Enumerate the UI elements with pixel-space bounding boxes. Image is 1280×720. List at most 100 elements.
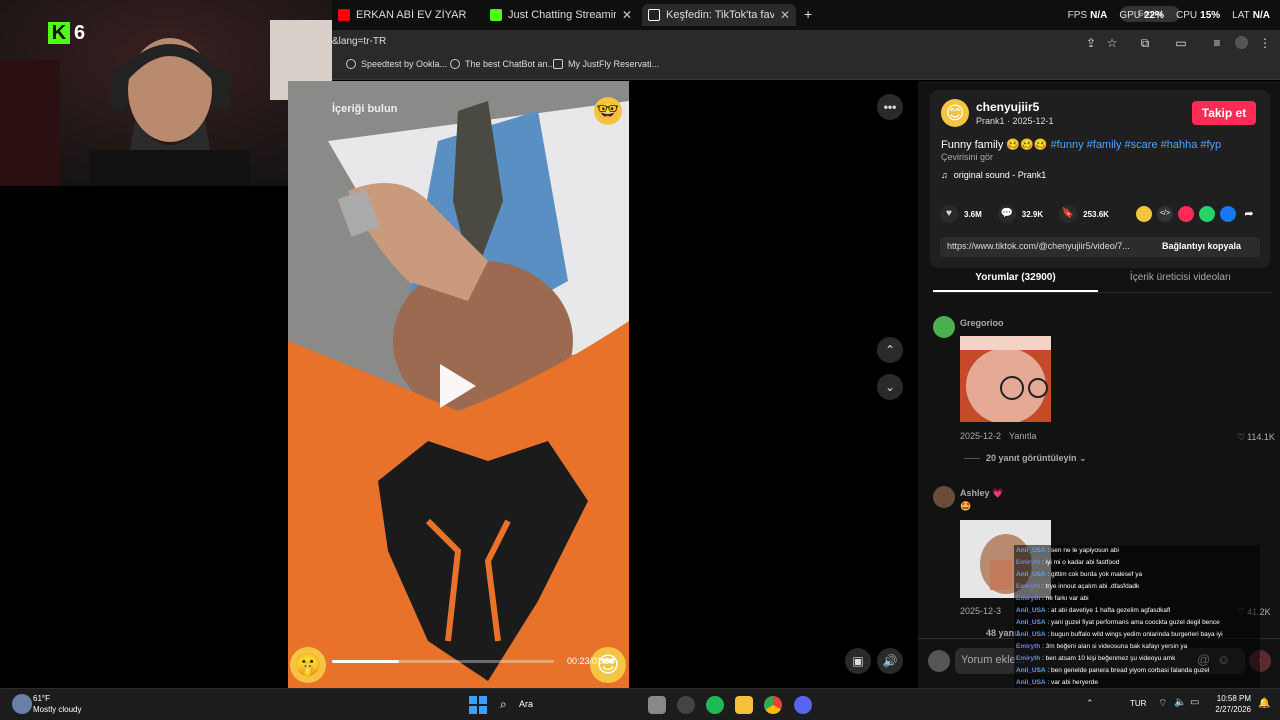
folder-icon [553,59,563,69]
wifi-icon[interactable]: ⌔ [1158,697,1167,710]
tab-kick[interactable]: Just Chatting Streaming - Live ✕ [484,4,638,26]
send-icon[interactable] [1178,206,1194,222]
chat-message: Emiryth : iyi mi o kadar abi fastfood [1016,557,1258,569]
video-player[interactable]: İçeriği bulun 🤓 🤫 😎 00:23/01:04 [288,81,629,688]
youtube-icon [338,9,350,21]
url-text[interactable]: &lang=tr-TR [332,36,386,47]
tray-chevron-icon[interactable]: ⌃ [1086,698,1094,709]
whatsapp-icon[interactable] [1199,206,1215,222]
tab-comments[interactable]: Yorumlar (32900) [933,272,1098,283]
author-username[interactable]: chenyujiir5 [976,100,1039,114]
chevron-up-icon[interactable]: ⌃ [877,337,903,363]
comment-username[interactable]: Ashley 💗 [960,488,1003,499]
chat-username[interactable]: Anil_USA [1016,679,1046,686]
chat-text: : bugun buffalo wild wings yedim onlarin… [1045,631,1223,638]
chat-username[interactable]: Emiryth [1016,595,1040,602]
sidebar-icon[interactable]: ▭ [1174,36,1188,50]
notification-bell-icon[interactable]: 🔔 [1258,698,1270,709]
comment-like[interactable]: ♡ 114.1K [1237,432,1275,443]
chat-message: Anil_USA : bugun buffalo wild wings yedi… [1016,629,1258,641]
bookmark-speedtest[interactable]: Speedtest by Ookla... [346,59,447,69]
progress-fill [332,660,399,663]
author-avatar[interactable]: 😊 [941,99,969,127]
install-icon[interactable]: ⇪ [1084,36,1098,50]
language-indicator[interactable]: TUR [1130,699,1146,708]
chat-username[interactable]: Anil_USA [1016,607,1046,614]
tab-tiktok[interactable]: Keşfedin: TikTok'ta favori videol ✕ [642,4,796,26]
taskbar-search[interactable]: ⌕ Ara [494,693,644,717]
chat-username[interactable]: Anil_USA [1016,619,1046,626]
chevron-down-icon[interactable]: ⌄ [877,374,903,400]
search-input[interactable]: İçeriği bulun [332,103,397,115]
facebook-icon[interactable] [1220,206,1236,222]
bookmark-chatbot[interactable]: The best ChatBot an... [450,59,555,69]
hashtags[interactable]: #funny #family #scare #hahha #fyp [1051,139,1222,151]
windows-start-icon[interactable] [469,696,487,714]
play-icon[interactable] [440,364,476,408]
new-tab-button[interactable]: + [804,6,812,22]
reply-button[interactable]: Yanıtla [1009,431,1036,441]
chat-username[interactable]: Anil_USA [1016,631,1046,638]
webcam-feed: K 6 [0,0,332,186]
speaker-icon[interactable]: 🔈 [1174,697,1186,708]
view-replies-button[interactable]: 20 yanıt görüntüleyin ⌄ [986,453,1087,464]
menu-lines-icon[interactable]: ≡ [1210,36,1224,50]
comment-username[interactable]: Gregorioo [960,318,1004,328]
volume-icon[interactable]: 🔊 [877,648,903,674]
chat-username[interactable]: Anil_USA [1016,571,1046,578]
clock-time[interactable]: 10:58 PM [1213,694,1251,703]
file-explorer-icon[interactable] [735,696,753,714]
share-arrow-icon[interactable]: ➦ [1241,206,1257,222]
app-icon[interactable] [677,696,695,714]
discord-icon[interactable] [794,696,812,714]
commenter-avatar[interactable] [933,486,955,508]
post-caption: Funny family 🥴🥴🥴 #funny #family #scare #… [941,138,1221,151]
progress-bar[interactable] [332,660,554,663]
chat-username[interactable]: Emiryth [1016,583,1040,590]
tabs-divider [933,292,1273,293]
chat-username[interactable]: Anil_USA [1016,547,1046,554]
commenter-avatar[interactable] [933,316,955,338]
chat-username[interactable]: Emiryth [1016,643,1040,650]
more-options-icon[interactable]: ••• [877,94,903,120]
chat-username[interactable]: Emiryth [1016,559,1040,566]
sound-link[interactable]: ♫ original sound - Prank1 [941,170,1046,180]
close-icon[interactable]: ✕ [622,8,632,22]
comment-icon[interactable]: 💬 [997,205,1016,223]
shush-emoji-icon: 🤫 [290,647,326,683]
chat-username[interactable]: Emiryth [1016,655,1040,662]
share-url[interactable]: https://www.tiktok.com/@chenyujiir5/vide… [947,241,1151,251]
chat-username[interactable]: Anil_USA [1016,667,1046,674]
viewer-count: 6 [74,22,86,44]
copy-link-button[interactable]: Bağlantıyı kopyala [1162,241,1241,251]
heart-icon[interactable]: ♥ [940,205,958,223]
search-icon: ⌕ [500,697,507,711]
close-icon[interactable]: ✕ [780,8,790,22]
extensions-icon[interactable]: ⧉ [1138,36,1152,50]
pip-icon[interactable]: ▣ [845,648,871,674]
stat-fps: FPS N/A [1067,10,1108,21]
bookmark-icon[interactable]: 🔖 [1059,205,1078,223]
comment-image[interactable] [960,336,1051,422]
weather-icon[interactable] [12,694,32,714]
spotify-icon[interactable] [706,696,724,714]
stream-chat: Anil_USA : sen ne le yapiyosun abi Emiryt… [1014,545,1260,702]
star-icon[interactable]: ☆ [1105,36,1119,50]
follow-button[interactable]: Takip et [1192,101,1256,125]
my-avatar[interactable] [928,650,950,672]
weather-temp[interactable]: 61°F [33,694,50,703]
embed-icon[interactable]: </> [1157,206,1173,222]
emoji-share-icon[interactable] [1136,206,1152,222]
kick-icon [490,9,502,21]
chrome-icon[interactable] [764,696,782,714]
weather-desc[interactable]: Mostly cloudy [33,705,81,714]
kebab-menu-icon[interactable]: ⋮ [1258,36,1272,50]
translate-link[interactable]: Çevirisini gör [941,152,993,162]
profile-avatar[interactable] [1235,36,1248,49]
comment-image-art [960,336,1051,422]
clock-date[interactable]: 2/27/2026 [1213,705,1251,714]
task-view-icon[interactable] [648,696,666,714]
battery-icon[interactable]: ▭ [1190,697,1199,708]
bookmark-justfly[interactable]: My JustFly Reservati... [553,59,659,69]
tab-creator-videos[interactable]: İçerik üreticisi videoları [1098,272,1263,283]
